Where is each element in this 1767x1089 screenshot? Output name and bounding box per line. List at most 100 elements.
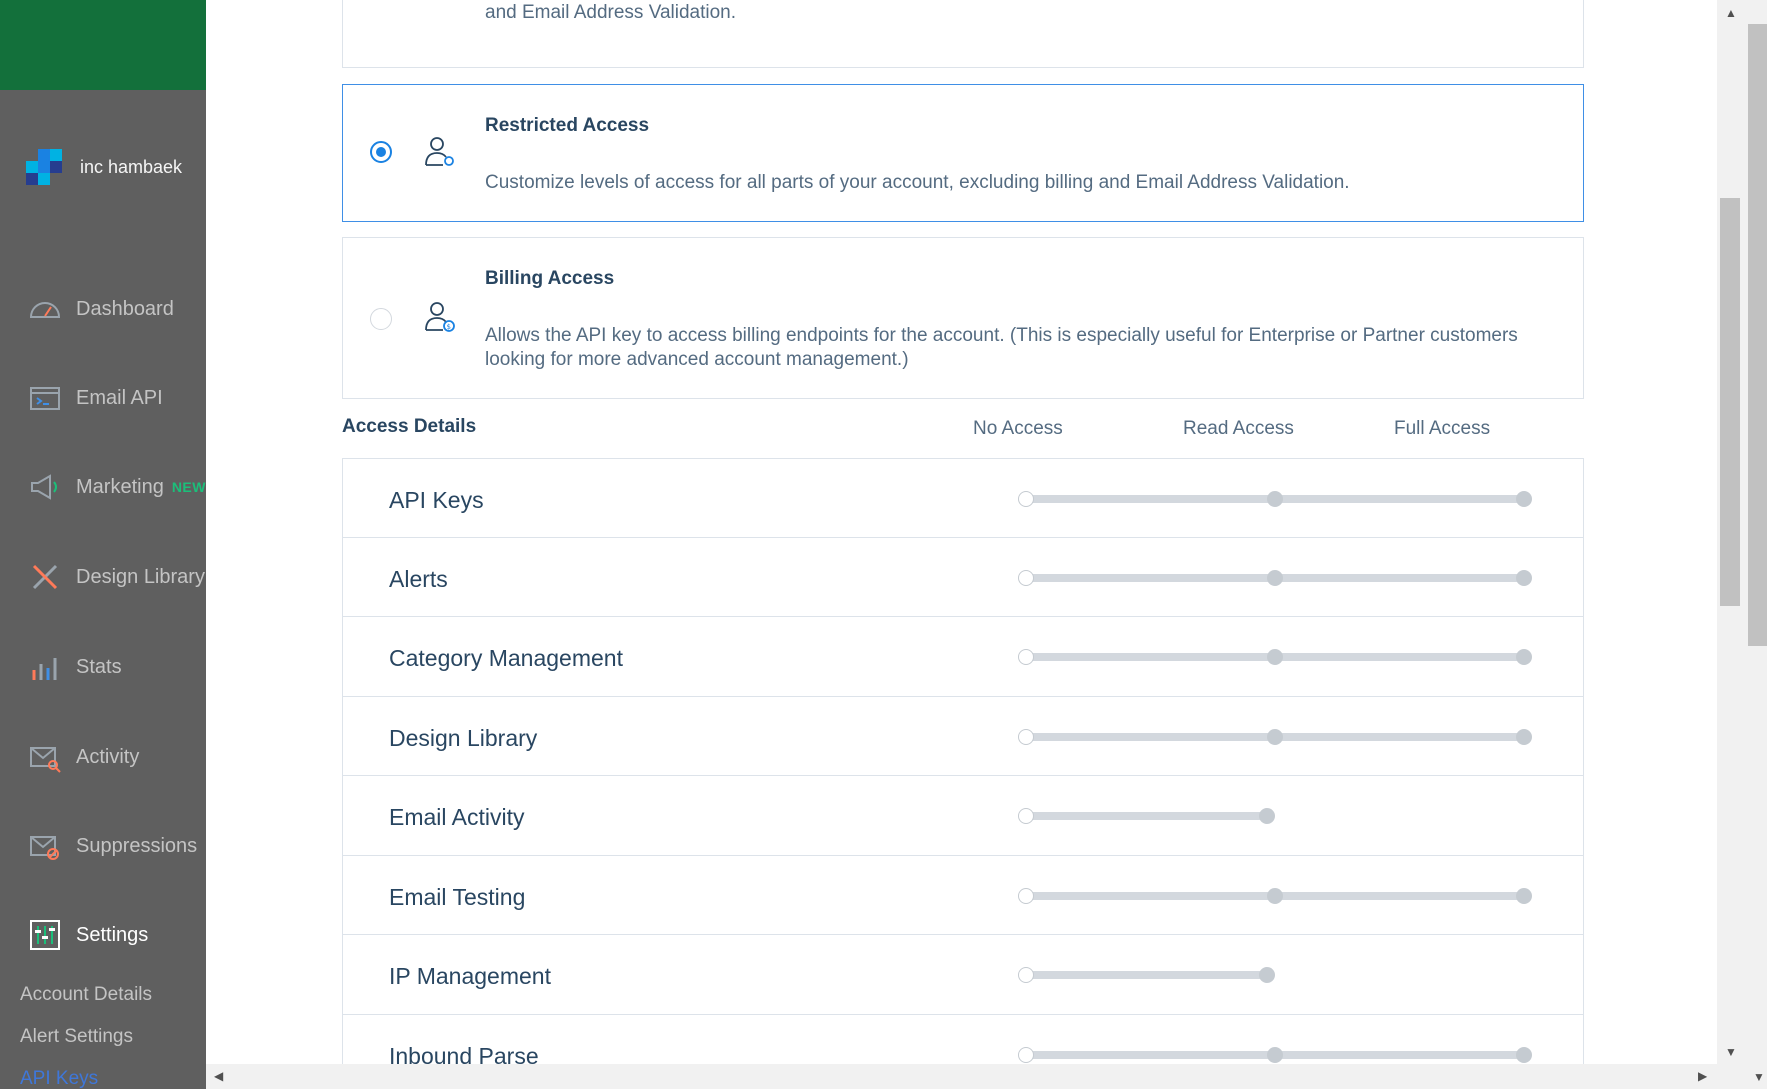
slider-track[interactable]: [1026, 971, 1267, 979]
svg-text:$: $: [447, 323, 451, 331]
design-library-icon: [28, 560, 62, 594]
access-details-title: Access Details: [342, 416, 477, 437]
column-full-access: Full Access: [1394, 418, 1491, 439]
nav-settings[interactable]: Settings: [28, 915, 148, 955]
horizontal-scrollbar[interactable]: ◀ ▶: [206, 1064, 1717, 1089]
nav-label: Suppressions: [76, 834, 198, 857]
card-title: Billing Access: [485, 268, 615, 289]
table-row: Email Activity: [342, 776, 1584, 856]
nav-dashboard[interactable]: Dashboard: [28, 289, 174, 329]
column-no-access: No Access: [973, 418, 1063, 439]
slider-stop[interactable]: [1267, 491, 1283, 507]
slider-stop[interactable]: [1259, 808, 1275, 824]
table-row: Email Testing: [342, 855, 1584, 935]
row-label: Category Management: [389, 645, 623, 671]
settings-icon: [28, 918, 62, 952]
nav-label: Stats: [76, 655, 122, 678]
slider-stop[interactable]: [1516, 649, 1532, 665]
scroll-left-icon[interactable]: ◀: [214, 1070, 223, 1082]
user-gear-icon: [423, 135, 457, 169]
row-label: Design Library: [389, 724, 538, 751]
row-label: Email Activity: [389, 804, 525, 830]
slider-stop[interactable]: [1516, 728, 1532, 745]
slider-handle[interactable]: [1018, 1046, 1034, 1063]
account-switcher[interactable]: inc hambaek: [26, 149, 182, 185]
slider-handle[interactable]: [1018, 491, 1034, 507]
table-row: IP Management: [342, 935, 1584, 1015]
row-label: Alerts: [389, 565, 448, 592]
row-label: Email Testing: [389, 883, 526, 910]
access-details-header: Access Details No Access Read Access Ful…: [342, 412, 1584, 442]
account-name: inc hambaek: [80, 156, 183, 177]
column-read-access: Read Access: [1183, 418, 1294, 439]
card-description: Customize levels of access for all parts…: [485, 172, 1350, 193]
table-row: API Keys: [342, 458, 1584, 538]
dashboard-icon: [28, 292, 62, 326]
activity-icon: [28, 740, 62, 774]
restricted-access-radio[interactable]: [370, 141, 392, 163]
access-details-table: API Keys Alerts Category Management Desi…: [342, 458, 1584, 1064]
vertical-scrollbar[interactable]: ▲ ▼ ▼: [1717, 0, 1767, 1089]
card-description: Allows the API key to access GET, PATCH,…: [485, 2, 737, 23]
row-label: API Keys: [389, 487, 484, 513]
table-row: Inbound Parse: [342, 1014, 1584, 1065]
scroll-right-icon[interactable]: ▶: [1698, 1070, 1707, 1082]
permission-card-billing-access[interactable]: $ Billing Access Allows the API key to a…: [342, 237, 1584, 399]
nav-label: Activity: [76, 745, 140, 768]
new-badge: NEW: [171, 479, 206, 495]
table-row: Design Library: [342, 696, 1584, 776]
subnav-account-details[interactable]: Account Details: [20, 984, 152, 1006]
scroll-up-icon[interactable]: ▲: [1725, 7, 1737, 19]
slider-stop[interactable]: [1516, 887, 1532, 904]
user-dollar-icon: $: [423, 300, 457, 334]
nav-activity[interactable]: Activity: [28, 737, 139, 777]
slider-handle[interactable]: [1018, 649, 1034, 665]
slider-stop[interactable]: [1516, 491, 1532, 507]
slider-stop[interactable]: [1267, 728, 1283, 745]
stats-icon: [28, 650, 62, 684]
card-title: Restricted Access: [485, 115, 650, 136]
scroll-down-icon[interactable]: ▼: [1725, 1046, 1737, 1058]
sidebar-header: [0, 0, 206, 90]
main-content: Allows the API key to access GET, PATCH,…: [206, 0, 1717, 1064]
nav-label: Dashboard: [76, 297, 174, 320]
nav-suppressions[interactable]: Suppressions: [28, 826, 197, 866]
subnav-alert-settings[interactable]: Alert Settings: [20, 1026, 133, 1048]
row-label: Inbound Parse: [389, 1042, 539, 1065]
nav-stats[interactable]: Stats: [28, 647, 122, 687]
subnav-api-keys[interactable]: API Keys: [20, 1068, 98, 1089]
slider-stop[interactable]: [1267, 649, 1283, 665]
slider-stop[interactable]: [1516, 1046, 1532, 1063]
inner-scroll-thumb[interactable]: [1720, 198, 1740, 606]
nav-marketing[interactable]: Marketing NEW: [28, 467, 206, 507]
brand-logo-icon: [26, 149, 64, 185]
slider-handle[interactable]: [1018, 808, 1034, 824]
slider-track[interactable]: [1026, 812, 1267, 820]
nav-design-library[interactable]: Design Library: [28, 557, 205, 597]
nav-email-api[interactable]: Email API: [28, 378, 163, 418]
nav-label: Design Library: [76, 565, 205, 588]
slider-handle[interactable]: [1018, 728, 1034, 745]
page-scroll-thumb[interactable]: [1748, 24, 1767, 646]
nav-label: Settings: [76, 923, 149, 946]
page-scroll-down-icon[interactable]: ▼: [1753, 1071, 1765, 1083]
slider-stop[interactable]: [1516, 569, 1532, 586]
permission-card-full-access[interactable]: Allows the API key to access GET, PATCH,…: [342, 0, 1584, 68]
slider-handle[interactable]: [1018, 967, 1034, 983]
slider-stop[interactable]: [1267, 887, 1283, 904]
permission-card-restricted-access[interactable]: Restricted Access Customize levels of ac…: [342, 84, 1584, 222]
nav-label: Marketing: [76, 475, 164, 498]
slider-stop[interactable]: [1259, 967, 1275, 983]
slider-handle[interactable]: [1018, 569, 1034, 586]
sidebar: inc hambaek Dashboard Email API Marketin…: [0, 0, 206, 1089]
megaphone-icon: [28, 470, 62, 504]
nav-label: Email API: [76, 386, 163, 409]
slider-handle[interactable]: [1018, 887, 1034, 904]
row-label: IP Management: [389, 963, 551, 989]
email-api-icon: [28, 381, 62, 415]
billing-access-radio[interactable]: [370, 308, 392, 330]
slider-stop[interactable]: [1267, 1046, 1283, 1063]
slider-stop[interactable]: [1267, 569, 1283, 586]
suppressions-icon: [28, 829, 62, 863]
table-row: Alerts: [342, 537, 1584, 617]
